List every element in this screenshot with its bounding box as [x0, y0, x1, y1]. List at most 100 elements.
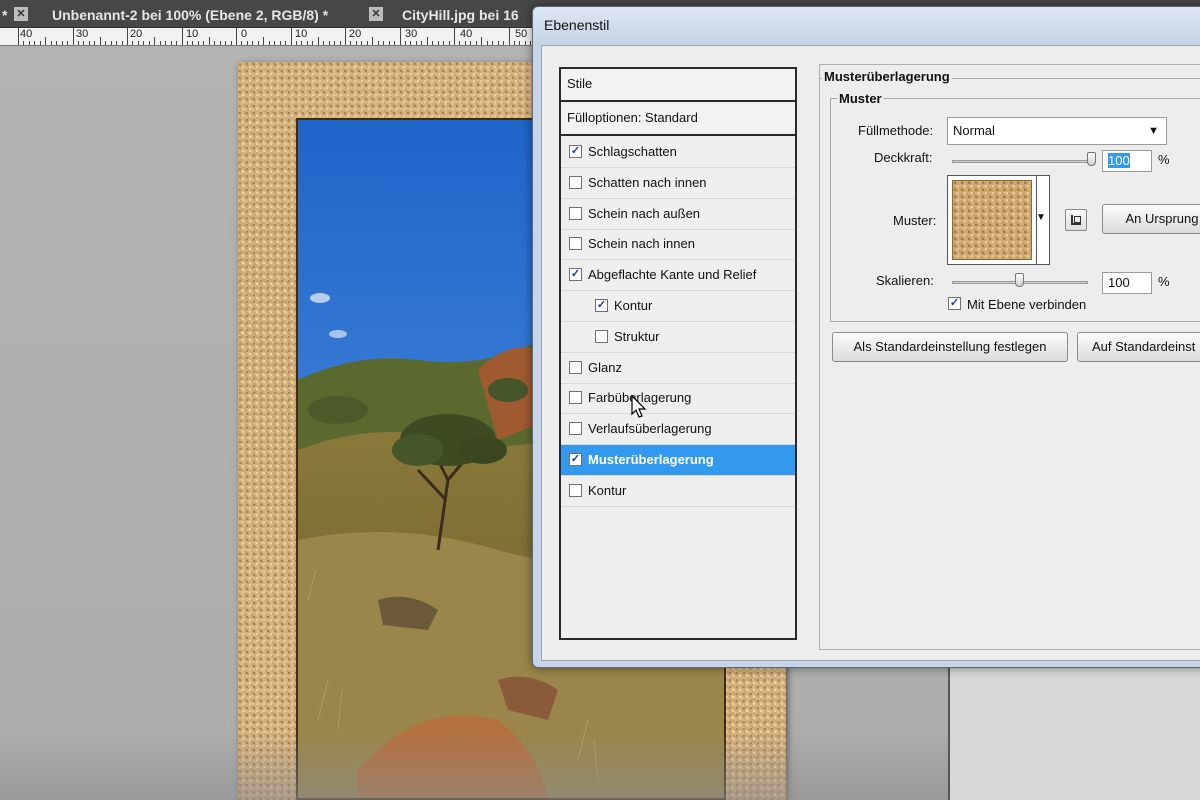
ruler-label: 30 — [405, 28, 418, 40]
ruler-tick — [366, 41, 368, 45]
horizontal-ruler[interactable]: 40 30 20 10 0 10 20 30 40 50 — [0, 28, 540, 46]
ruler-tick — [426, 37, 428, 45]
ruler-tick — [23, 41, 25, 45]
ruler-label: 50 — [515, 28, 528, 40]
ruler-tick — [508, 28, 510, 45]
ruler-label: 40 — [460, 28, 473, 40]
style-checkbox[interactable] — [569, 483, 582, 497]
close-icon[interactable]: ✕ — [14, 7, 28, 21]
side-panel — [950, 660, 1200, 800]
style-item-schatten-nach-innen[interactable]: Schatten nach innen — [561, 168, 795, 199]
ruler-label: 40 — [20, 28, 33, 40]
style-item-glanz[interactable]: Glanz — [561, 353, 795, 384]
ruler-tick — [513, 41, 515, 45]
tab-label: Unbenannt-2 bei 100% (Ebene 2, RGB/8) * — [52, 7, 329, 23]
tab-cityhill[interactable]: CityHill.jpg bei 16 — [396, 3, 525, 28]
style-item-label: Schein nach innen — [588, 236, 695, 252]
style-item-verlaufsüberlagerung[interactable]: Verlaufsüberlagerung — [561, 414, 795, 446]
ruler-tick — [154, 37, 156, 45]
ruler-tick — [394, 41, 396, 45]
style-item-kontur[interactable]: Kontur — [561, 476, 795, 507]
ruler-tick — [492, 41, 494, 45]
dialog-titlebar[interactable]: Ebenenstil — [533, 7, 1200, 45]
ruler-tick — [372, 37, 374, 45]
style-checkbox[interactable]: ✓ — [569, 145, 582, 158]
ruler-tick — [355, 41, 357, 45]
style-list: Stile Fülloptionen: Standard ✓ Schlagscha… — [559, 67, 797, 640]
style-item-label: Schein nach außen — [588, 205, 701, 221]
style-item-farbüberlagerung[interactable]: Farbüberlagerung — [561, 383, 795, 415]
style-item-label: Schatten nach innen — [588, 174, 707, 190]
ruler-tick — [470, 41, 472, 45]
style-checkbox[interactable]: ✓ — [569, 453, 582, 466]
ruler-tick — [323, 41, 325, 45]
ruler-tick — [263, 37, 265, 45]
style-item-schein-nach-innen[interactable]: Schein nach innen — [561, 229, 795, 261]
ruler-tick — [45, 37, 47, 45]
style-item-label: Abgeflachte Kante und Relief — [588, 267, 757, 283]
style-checkbox[interactable] — [569, 237, 582, 251]
blending-options-item[interactable]: Fülloptionen: Standard — [561, 103, 795, 136]
dialog-body: Stile Fülloptionen: Standard ✓ Schlagscha… — [541, 45, 1200, 661]
styles-header[interactable]: Stile — [561, 69, 795, 102]
ruler-tick — [165, 41, 167, 45]
style-checkbox[interactable]: ✓ — [569, 268, 582, 282]
ruler-tick — [285, 41, 287, 45]
ruler-tick — [132, 41, 134, 45]
ruler-tick — [137, 41, 139, 45]
ruler-tick — [99, 37, 101, 45]
ruler-tick — [415, 41, 417, 45]
ruler-tick — [301, 41, 303, 45]
style-checkbox[interactable] — [569, 391, 582, 405]
ruler-tick — [159, 41, 161, 45]
ruler-tick — [208, 37, 210, 45]
ruler-tick — [170, 41, 172, 45]
style-checkbox[interactable] — [569, 422, 582, 436]
ruler-tick — [503, 41, 505, 45]
ruler-tick — [279, 41, 281, 45]
ruler-tick — [214, 41, 216, 45]
mouse-cursor-icon — [631, 394, 647, 418]
ruler-tick — [110, 41, 112, 45]
ruler-tick — [121, 41, 123, 45]
style-item-label: Musterüberlagerung — [588, 452, 714, 467]
dialog-title: Ebenenstil — [544, 17, 610, 33]
ruler-tick — [312, 41, 314, 45]
style-checkbox[interactable] — [569, 175, 582, 189]
style-checkbox[interactable] — [569, 360, 582, 374]
style-item-schein-nach-außen[interactable]: Schein nach außen — [561, 199, 795, 230]
ruler-tick — [186, 41, 188, 45]
ruler-tick — [148, 41, 150, 45]
ruler-label: 30 — [76, 28, 89, 40]
layer-style-dialog: Ebenenstil Stile Fülloptionen: Standard … — [532, 6, 1200, 668]
ruler-tick — [143, 41, 145, 45]
style-item-schlagschatten[interactable]: ✓ Schlagschatten — [561, 137, 795, 168]
ruler-tick — [241, 41, 243, 45]
ruler-tick — [432, 41, 434, 45]
ruler-tick — [18, 28, 19, 45]
style-item-abgeflachte-kante-und-relief[interactable]: ✓ Abgeflachte Kante und Relief — [561, 260, 795, 292]
ruler-tick — [464, 41, 466, 45]
tab-previous-document[interactable]: * — [0, 3, 13, 28]
ruler-tick — [339, 41, 341, 45]
style-item-musterüberlagerung[interactable]: ✓ Musterüberlagerung — [561, 445, 795, 476]
ruler-tick — [230, 41, 232, 45]
close-icon[interactable]: ✕ — [369, 7, 383, 21]
style-checkbox[interactable]: ✓ — [595, 299, 608, 312]
ruler-tick — [475, 41, 477, 45]
ruler-tick — [28, 41, 30, 45]
ruler-tick — [399, 28, 401, 45]
ruler-tick — [77, 41, 79, 45]
ruler-tick — [197, 41, 199, 45]
ruler-tick — [345, 28, 346, 45]
tab-unbenannt-2[interactable]: Unbenannt-2 bei 100% (Ebene 2, RGB/8) * — [46, 3, 334, 28]
style-checkbox[interactable] — [595, 329, 608, 343]
settings-panel — [819, 64, 1200, 650]
ruler-tick — [497, 41, 499, 45]
ruler-tick — [328, 41, 330, 45]
ruler-tick — [519, 41, 521, 45]
style-item-label: Kontur — [614, 298, 653, 313]
style-item-struktur[interactable]: Struktur — [561, 322, 795, 353]
style-item-kontur[interactable]: ✓ Kontur — [561, 291, 795, 322]
style-checkbox[interactable] — [569, 206, 582, 220]
